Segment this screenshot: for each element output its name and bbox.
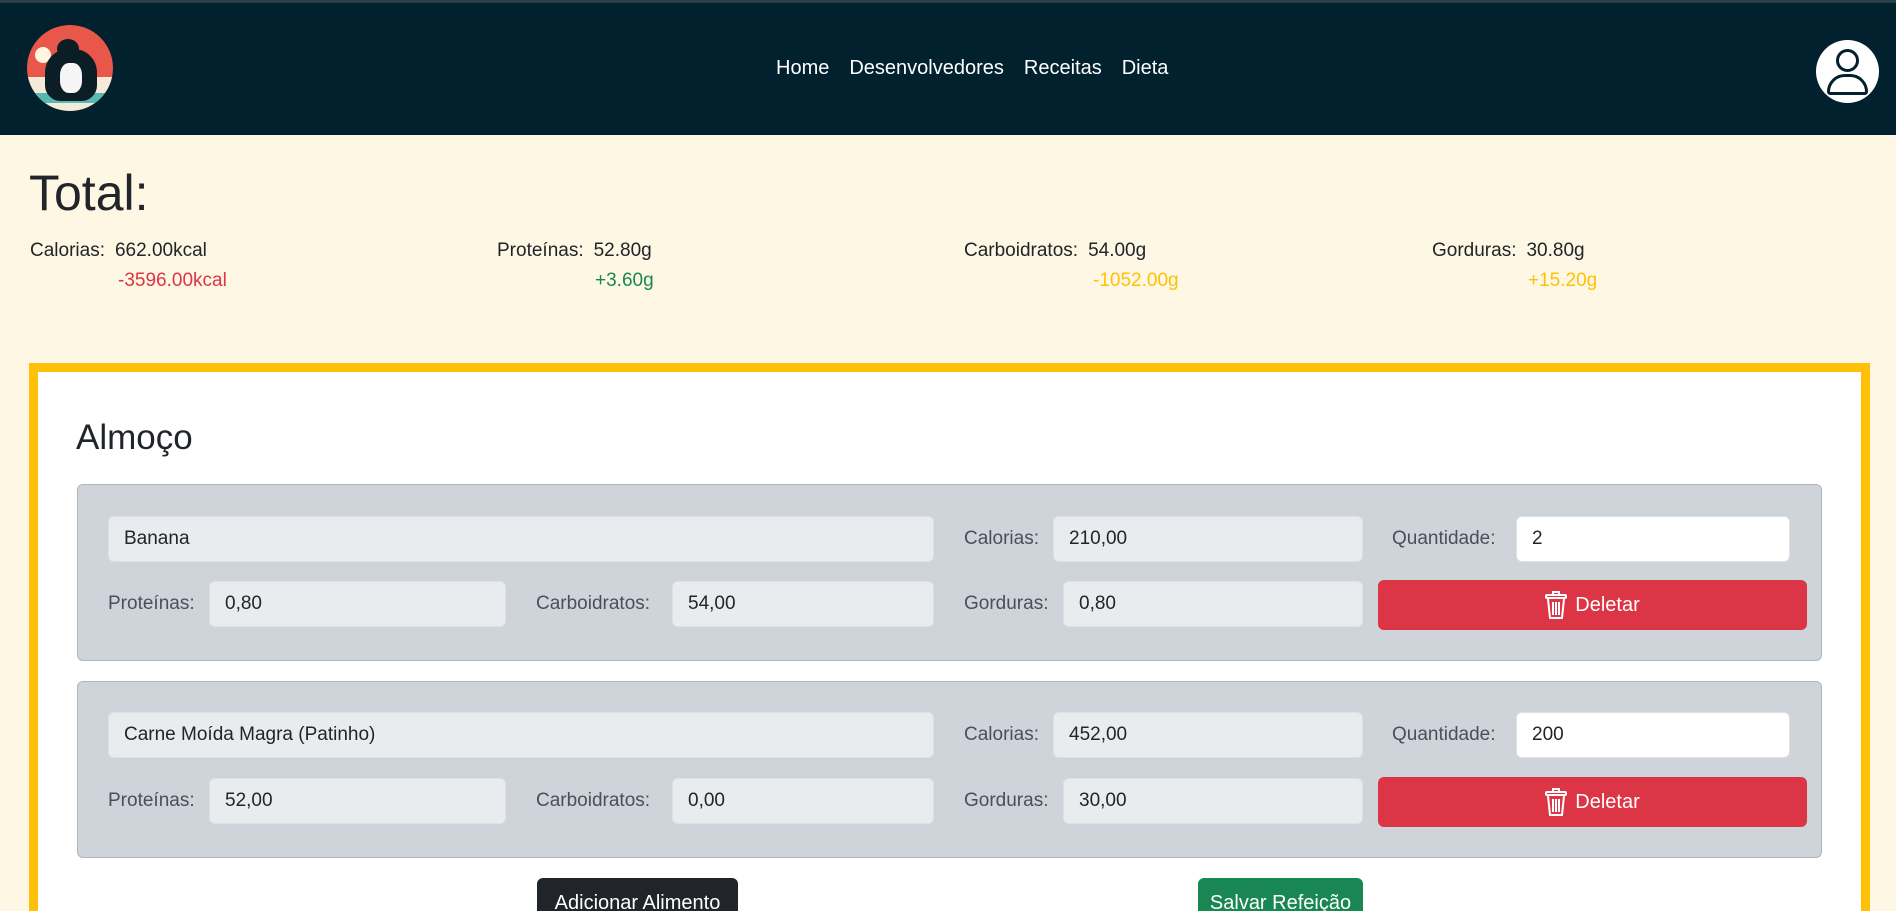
nav-link-dieta[interactable]: Dieta (1122, 57, 1169, 80)
total-proteinas: Proteínas: 52.80g +3.60g (497, 240, 654, 291)
food-item: Banana Calorias: 210,00 Quantidade: 2 Pr… (77, 484, 1822, 661)
trash-icon (1545, 788, 1568, 816)
carboidratos-label: Carboidratos: (536, 593, 651, 614)
delete-button-label: Deletar (1575, 593, 1640, 616)
trash-icon (1545, 591, 1568, 619)
delete-button[interactable]: Deletar (1378, 777, 1807, 827)
total-calorias-diff: -3596.00kcal (118, 270, 227, 291)
carboidratos-label: Carboidratos: (536, 790, 651, 811)
proteinas-field[interactable]: 0,80 (209, 581, 506, 627)
quantidade-field[interactable]: 200 (1516, 712, 1790, 758)
total-carboidratos: Carboidratos: 54.00g -1052.00g (964, 240, 1179, 291)
total-carboidratos-diff: -1052.00g (1093, 270, 1179, 291)
calorias-label: Calorias: (964, 528, 1039, 549)
total-carboidratos-value: 54.00g (1088, 240, 1147, 261)
meal-title: Almoço (76, 418, 193, 457)
penguin-logo-icon[interactable] (27, 25, 113, 111)
food-item: Carne Moída Magra (Patinho) Calorias: 45… (77, 681, 1822, 858)
calorias-field[interactable]: 210,00 (1053, 516, 1363, 562)
gorduras-label: Gorduras: (964, 790, 1049, 811)
proteinas-field[interactable]: 52,00 (209, 778, 506, 824)
user-icon[interactable] (1816, 40, 1879, 103)
nav-link-desenvolvedores[interactable]: Desenvolvedores (849, 57, 1004, 80)
add-food-button[interactable]: Adicionar Alimento (537, 878, 738, 911)
total-carboidratos-label: Carboidratos: (964, 240, 1079, 261)
nav-links: Home Desenvolvedores Receitas Dieta (776, 57, 1168, 80)
nav-link-home[interactable]: Home (776, 57, 829, 80)
quantidade-label: Quantidade: (1392, 724, 1496, 745)
total-gorduras-diff: +15.20g (1528, 270, 1598, 291)
save-meal-button[interactable]: Salvar Refeição (1198, 878, 1363, 911)
total-proteinas-label: Proteínas: (497, 240, 584, 261)
total-gorduras-value: 30.80g (1526, 240, 1585, 261)
calorias-label: Calorias: (964, 724, 1039, 745)
total-gorduras-label: Gorduras: (1432, 240, 1517, 261)
total-calorias-label: Calorias: (30, 240, 105, 261)
total-title: Total: (29, 165, 149, 221)
food-name-field[interactable]: Carne Moída Magra (Patinho) (108, 712, 934, 758)
gorduras-field[interactable]: 0,80 (1063, 581, 1363, 627)
total-calorias-value: 662.00kcal (114, 240, 207, 261)
quantidade-field[interactable]: 2 (1516, 516, 1790, 562)
delete-button[interactable]: Deletar (1378, 580, 1807, 630)
navbar: Home Desenvolvedores Receitas Dieta (0, 0, 1896, 135)
gorduras-label: Gorduras: (964, 593, 1049, 614)
carboidratos-field[interactable]: 0,00 (672, 778, 934, 824)
total-gorduras: Gorduras: 30.80g +15.20g (1432, 240, 1597, 291)
total-calorias: Calorias: 662.00kcal -3596.00kcal (30, 240, 227, 291)
proteinas-label: Proteínas: (108, 790, 195, 811)
proteinas-label: Proteínas: (108, 593, 195, 614)
total-proteinas-diff: +3.60g (595, 270, 654, 291)
food-name-field[interactable]: Banana (108, 516, 934, 562)
delete-button-label: Deletar (1575, 790, 1640, 813)
quantidade-label: Quantidade: (1392, 528, 1496, 549)
nav-link-receitas[interactable]: Receitas (1024, 57, 1102, 80)
total-proteinas-value: 52.80g (593, 240, 652, 261)
gorduras-field[interactable]: 30,00 (1063, 778, 1363, 824)
carboidratos-field[interactable]: 54,00 (672, 581, 934, 627)
calorias-field[interactable]: 452,00 (1053, 712, 1363, 758)
